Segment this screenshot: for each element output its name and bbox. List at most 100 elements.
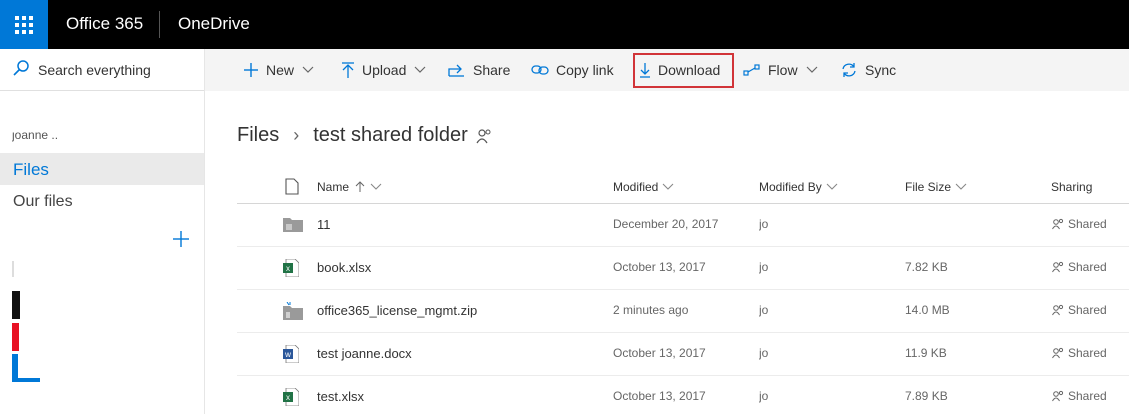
table-row[interactable]: w test joanne.docx October 13, 2017 jo 1… — [237, 333, 1129, 376]
brand-title[interactable]: Office 365 — [66, 14, 143, 34]
file-modified: October 13, 2017 — [613, 389, 706, 403]
excel-file-icon: x — [283, 388, 299, 406]
file-size: 11.9 KB — [905, 346, 947, 360]
decorative-image — [12, 354, 42, 384]
share-label: Share — [473, 62, 511, 78]
search-box[interactable]: Search everything — [0, 49, 204, 91]
flow-button[interactable]: Flow — [743, 49, 825, 91]
divider — [159, 11, 160, 38]
svg-text:x: x — [286, 264, 290, 273]
table-row[interactable]: 11 December 20, 2017 jo Shared — [237, 204, 1129, 247]
app-launcher-button[interactable] — [0, 0, 48, 49]
file-size: 7.89 KB — [905, 389, 948, 403]
sharing-status[interactable]: Shared — [1052, 389, 1107, 403]
word-file-icon: w — [283, 345, 299, 363]
sharing-label: Shared — [1068, 389, 1107, 403]
column-header-sharing[interactable]: Sharing — [1051, 180, 1092, 194]
file-name[interactable]: test joanne.docx — [317, 346, 412, 361]
table-row[interactable]: x book.xlsx October 13, 2017 jo 7.82 KB … — [237, 247, 1129, 290]
chevron-right-icon: › — [293, 125, 300, 145]
column-header-file-size[interactable]: File Size — [905, 180, 967, 194]
upload-button[interactable]: Upload — [341, 49, 433, 91]
shared-people-icon — [476, 128, 491, 143]
sharing-status[interactable]: Shared — [1052, 303, 1107, 317]
file-modified: December 20, 2017 — [613, 217, 719, 231]
file-modified-by: jo — [759, 389, 769, 403]
shared-people-icon — [1052, 390, 1064, 402]
breadcrumb: Files › test shared folder — [237, 124, 492, 147]
column-label: Sharing — [1051, 180, 1093, 194]
file-name[interactable]: 11 — [317, 217, 331, 232]
sync-icon — [842, 63, 856, 77]
sort-ascending-icon — [355, 181, 365, 192]
file-modified: October 13, 2017 — [613, 346, 706, 360]
chevron-down-icon — [414, 66, 426, 73]
file-size: 7.82 KB — [905, 260, 948, 274]
nav-item-our-files[interactable]: Our files — [13, 193, 73, 211]
nav-item-label: Files — [13, 160, 49, 179]
excel-file-icon: x — [283, 259, 299, 277]
share-icon — [448, 64, 464, 77]
svg-text:w: w — [284, 350, 291, 359]
chevron-down-icon — [370, 183, 382, 190]
sharing-status[interactable]: Shared — [1052, 346, 1107, 360]
search-icon — [13, 60, 29, 76]
share-button[interactable]: Share — [448, 49, 510, 91]
copy-link-label: Copy link — [556, 62, 614, 78]
link-icon — [531, 65, 549, 75]
file-list-header: Name Modified Modified By File Size Shar… — [237, 174, 1129, 204]
nav-item-files[interactable]: Files — [0, 153, 204, 185]
upload-label: Upload — [362, 62, 407, 78]
waffle-icon — [15, 15, 33, 34]
sharing-label: Shared — [1068, 303, 1107, 317]
column-header-modified[interactable]: Modified — [613, 180, 674, 194]
plus-icon — [244, 63, 258, 77]
decorative-image — [12, 323, 42, 351]
app-title[interactable]: OneDrive — [178, 14, 250, 34]
file-size: 14.0 MB — [905, 303, 950, 317]
file-modified-by: jo — [759, 260, 769, 274]
file-modified-by: jo — [759, 303, 769, 317]
sharing-status[interactable]: Shared — [1052, 217, 1107, 231]
shared-people-icon — [1052, 304, 1064, 316]
file-modified-by: jo — [759, 346, 769, 360]
svg-text:x: x — [286, 393, 290, 402]
sharing-status[interactable]: Shared — [1052, 260, 1107, 274]
file-name[interactable]: test.xlsx — [317, 389, 364, 404]
breadcrumb-root[interactable]: Files — [237, 124, 279, 147]
command-bar: New Upload Share Copy link Download Flow… — [205, 49, 1129, 91]
column-header-name[interactable]: Name — [317, 180, 382, 194]
download-highlight-box — [633, 53, 734, 88]
left-nav: Search everything joanne .. Files Our fi… — [0, 49, 205, 414]
column-label: Name — [317, 180, 350, 194]
file-modified: October 13, 2017 — [613, 260, 706, 274]
column-header-modified-by[interactable]: Modified By — [759, 180, 838, 194]
copy-link-button[interactable]: Copy link — [531, 49, 614, 91]
new-button[interactable]: New — [243, 49, 321, 91]
search-placeholder: Search everything — [38, 62, 151, 78]
sync-button[interactable]: Sync — [840, 49, 896, 91]
column-label: File Size — [905, 180, 952, 194]
decorative-image — [12, 291, 42, 319]
file-name[interactable]: book.xlsx — [317, 260, 371, 275]
chevron-down-icon — [662, 183, 674, 190]
shared-people-icon — [1052, 218, 1064, 230]
user-name: joanne .. — [12, 132, 59, 142]
sharing-label: Shared — [1068, 260, 1107, 274]
chevron-down-icon — [302, 66, 314, 73]
sync-label: Sync — [865, 62, 897, 78]
chevron-down-icon — [806, 66, 817, 73]
suite-bar: Office 365 OneDrive — [0, 0, 1129, 49]
shared-people-icon — [1052, 261, 1064, 273]
plus-icon[interactable] — [172, 230, 190, 248]
file-name[interactable]: office365_license_mgmt.zip — [317, 303, 477, 318]
table-row[interactable]: x test.xlsx October 13, 2017 jo 7.89 KB … — [237, 376, 1129, 414]
sharing-label: Shared — [1068, 346, 1107, 360]
file-modified-by: jo — [759, 217, 769, 231]
chevron-down-icon — [955, 183, 967, 190]
table-row[interactable]: office365_license_mgmt.zip 2 minutes ago… — [237, 290, 1129, 333]
new-label: New — [266, 62, 295, 78]
decorative-image — [12, 261, 42, 277]
chevron-down-icon — [826, 183, 838, 190]
file-type-icon[interactable] — [285, 178, 299, 195]
